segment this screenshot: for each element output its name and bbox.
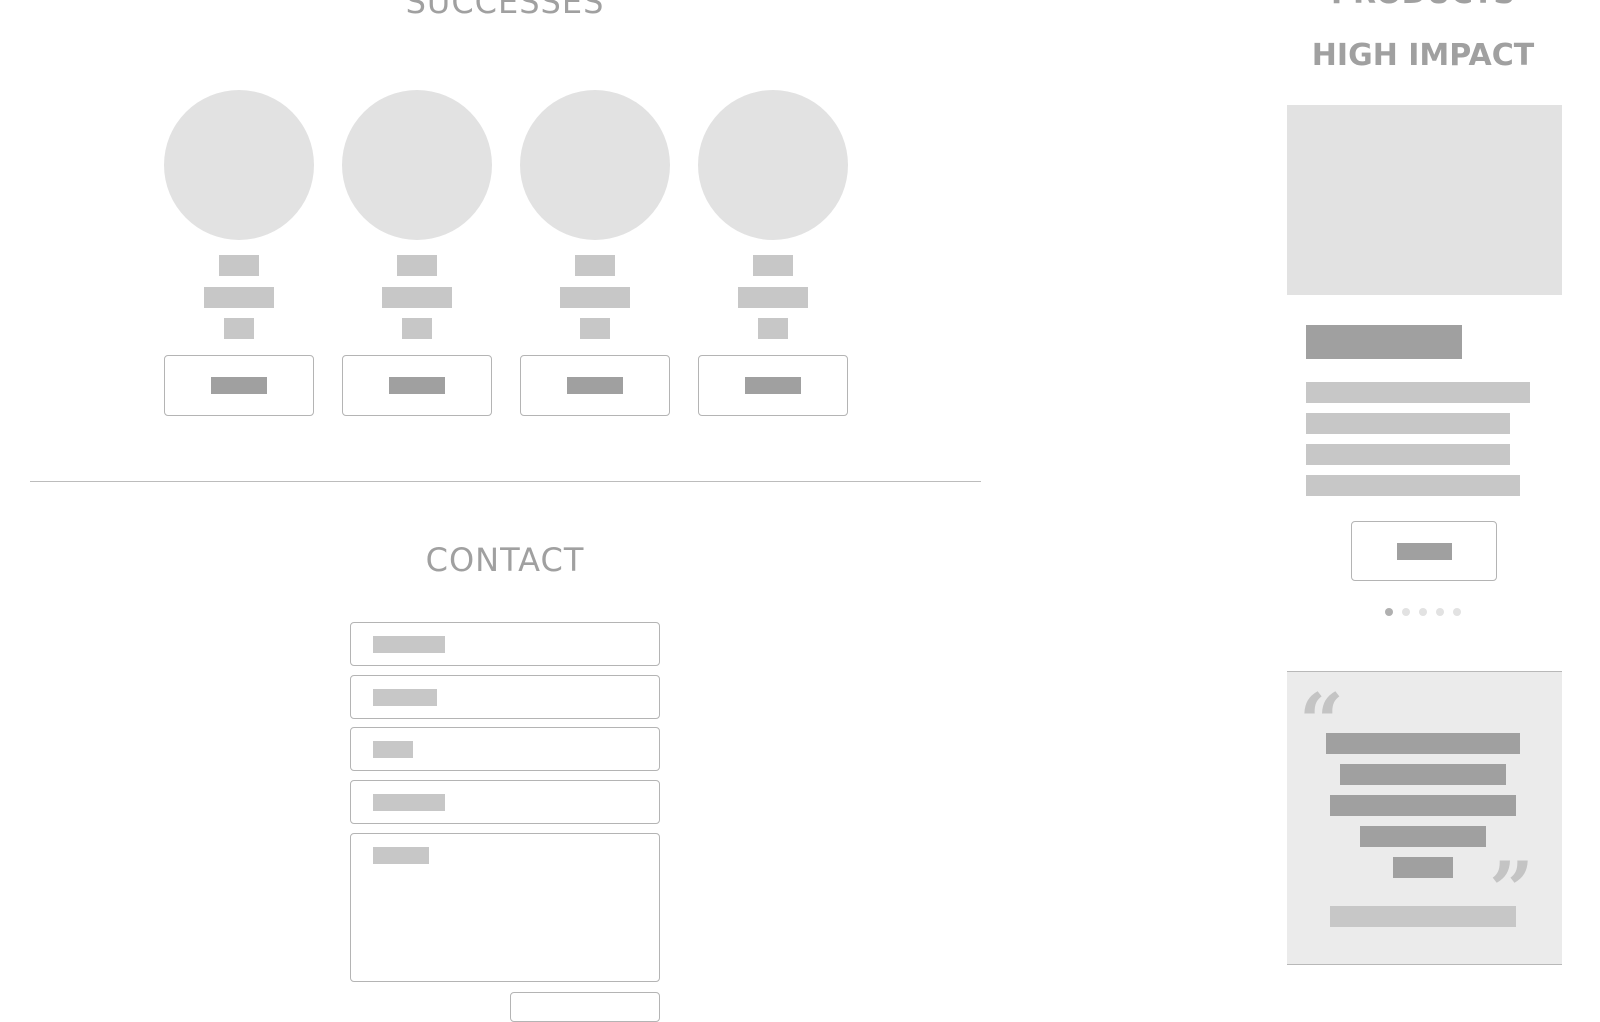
placeholder-text: [373, 689, 437, 706]
button-label-placeholder: [745, 377, 801, 394]
high-impact-heading: HIGH IMPACT: [1311, 38, 1535, 73]
button-label-placeholder: [1397, 543, 1452, 560]
success-card-button[interactable]: [520, 355, 670, 416]
successes-heading: SUCCESSES: [405, 0, 605, 21]
quote-text-line: [1326, 733, 1520, 754]
text-placeholder: [224, 318, 254, 339]
quote-text-line: [1330, 795, 1516, 816]
text-placeholder: [204, 287, 274, 308]
placeholder-text: [373, 847, 429, 864]
product-text-line: [1306, 475, 1520, 496]
carousel-dot[interactable]: [1385, 608, 1393, 616]
quote-text-line: [1393, 857, 1453, 878]
text-placeholder: [575, 255, 615, 276]
products-heading: PRODUCTS: [1287, 0, 1559, 11]
product-text-line: [1306, 382, 1530, 403]
text-placeholder: [219, 255, 259, 276]
placeholder-text: [373, 794, 445, 811]
text-placeholder: [397, 255, 437, 276]
contact-message-textarea[interactable]: [350, 833, 660, 982]
carousel-dot[interactable]: [1453, 608, 1461, 616]
success-card-button[interactable]: [698, 355, 848, 416]
success-avatar: [164, 90, 314, 240]
success-avatar: [342, 90, 492, 240]
placeholder-text: [373, 741, 413, 758]
product-text-line: [1306, 413, 1510, 434]
contact-submit-button[interactable]: [510, 992, 660, 1022]
success-card-button[interactable]: [164, 355, 314, 416]
text-placeholder: [738, 287, 808, 308]
contact-email-input[interactable]: [350, 675, 660, 719]
success-card-button[interactable]: [342, 355, 492, 416]
section-divider: [30, 481, 981, 482]
testimonial-box: “ ”: [1287, 671, 1562, 965]
contact-name-input[interactable]: [350, 622, 660, 666]
text-placeholder: [758, 318, 788, 339]
contact-heading: CONTACT: [425, 541, 585, 579]
button-label-placeholder: [567, 377, 623, 394]
product-button[interactable]: [1351, 521, 1497, 581]
quote-text-line: [1340, 764, 1506, 785]
product-text-line: [1306, 444, 1510, 465]
text-placeholder: [382, 287, 452, 308]
button-label-placeholder: [211, 377, 267, 394]
carousel-dot[interactable]: [1419, 608, 1427, 616]
product-title-placeholder: [1306, 325, 1462, 359]
text-placeholder: [753, 255, 793, 276]
quote-text-line: [1360, 826, 1486, 847]
carousel-dot[interactable]: [1436, 608, 1444, 616]
text-placeholder: [560, 287, 630, 308]
contact-phone-input[interactable]: [350, 727, 660, 771]
button-label-placeholder: [389, 377, 445, 394]
product-image-placeholder: [1287, 105, 1562, 295]
carousel-dot[interactable]: [1402, 608, 1410, 616]
text-placeholder: [402, 318, 432, 339]
contact-subject-input[interactable]: [350, 780, 660, 824]
placeholder-text: [373, 636, 445, 653]
quote-author-placeholder: [1330, 906, 1516, 927]
success-avatar: [520, 90, 670, 240]
text-placeholder: [580, 318, 610, 339]
success-avatar: [698, 90, 848, 240]
